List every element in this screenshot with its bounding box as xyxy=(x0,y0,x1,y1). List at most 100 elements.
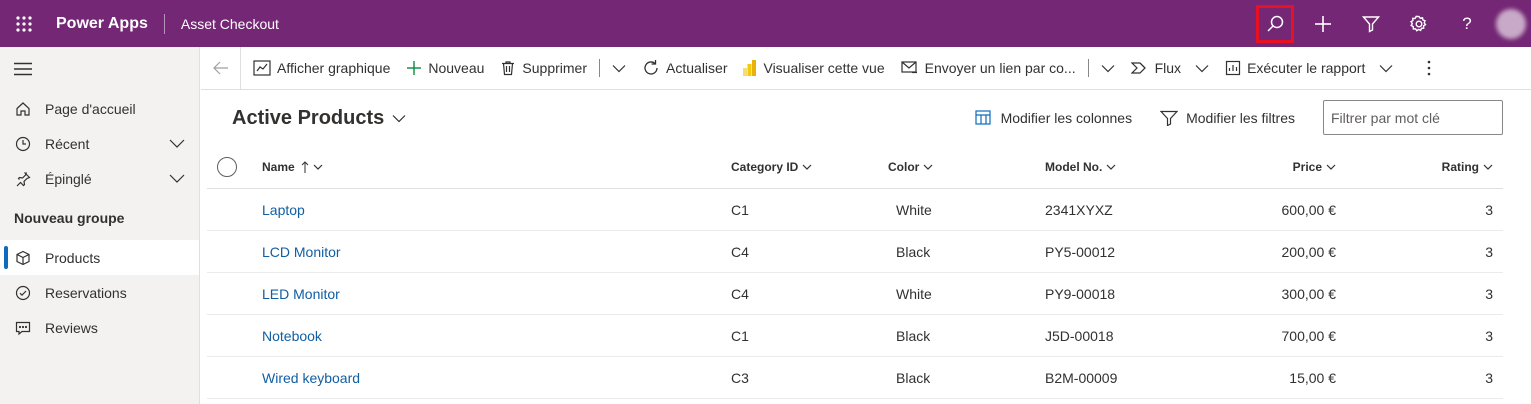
report-icon xyxy=(1225,60,1241,76)
email-link-icon xyxy=(901,60,919,76)
visualize-view-button[interactable]: Visualiser cette vue xyxy=(735,47,892,90)
column-header-category[interactable]: Category ID xyxy=(731,146,812,188)
product-name-link[interactable]: Laptop xyxy=(262,202,305,218)
refresh-icon xyxy=(642,59,660,77)
app-header: Power Apps Asset Checkout ? xyxy=(0,0,1531,47)
column-header-label: Category ID xyxy=(731,160,799,174)
sidebar-item-home[interactable]: Page d'accueil xyxy=(0,91,199,126)
column-header-label: Rating xyxy=(1441,160,1479,174)
column-header-rating[interactable]: Rating xyxy=(1442,146,1493,188)
plus-icon[interactable] xyxy=(1299,0,1347,47)
price-cell: 700,00 € xyxy=(1281,327,1337,344)
color-cell: Black xyxy=(896,243,931,260)
price-cell: 200,00 € xyxy=(1281,243,1337,260)
product-name-link[interactable]: Wired keyboard xyxy=(262,370,360,386)
new-button[interactable]: Nouveau xyxy=(398,47,492,90)
hamburger-icon[interactable] xyxy=(0,47,199,91)
model-cell: PY9-00018 xyxy=(1045,285,1116,302)
run-report-button[interactable]: Exécuter le rapport xyxy=(1217,47,1401,90)
color-cell: Black xyxy=(896,369,931,386)
sidebar-item-recent[interactable]: Récent xyxy=(0,126,199,161)
email-link-label: Envoyer un lien par co... xyxy=(924,60,1076,76)
color-cell: White xyxy=(896,201,932,218)
sidebar-item-reservations[interactable]: Reservations xyxy=(0,275,199,310)
column-header-label: Price xyxy=(1292,160,1322,174)
app-brand[interactable]: Power Apps xyxy=(56,15,148,33)
model-cell: J5D-00018 xyxy=(1045,327,1114,344)
chevron-down-icon xyxy=(392,111,406,125)
product-name-link[interactable]: Notebook xyxy=(262,328,322,344)
table-row[interactable]: LCD Monitor C4 Black PY5-00012 200,00 € … xyxy=(207,231,1503,273)
edit-filters-button[interactable]: Modifier les filtres xyxy=(1160,110,1295,126)
table-row[interactable]: Wired keyboard C3 Black B2M-00009 15,00 … xyxy=(207,357,1503,399)
column-header-label: Model No. xyxy=(1045,160,1103,174)
avatar[interactable] xyxy=(1491,4,1531,44)
chevron-down-icon[interactable] xyxy=(169,135,185,154)
sort-ascending-icon xyxy=(301,161,309,173)
view-selector[interactable]: Active Products xyxy=(232,107,406,130)
app-title[interactable]: Asset Checkout xyxy=(181,16,279,32)
home-icon xyxy=(14,100,32,118)
products-grid: Name Category ID Color Model No. Price R… xyxy=(207,146,1503,399)
chevron-down-icon xyxy=(313,162,323,172)
avatar-image xyxy=(1496,8,1526,39)
chevron-down-icon xyxy=(1195,61,1209,75)
sidebar-item-label: Reservations xyxy=(45,284,127,301)
rating-cell: 3 xyxy=(1485,369,1493,386)
clock-icon xyxy=(14,135,32,153)
table-row[interactable]: Laptop C1 White 2341XYXZ 600,00 € 3 xyxy=(207,189,1503,231)
sidebar-group-title: Nouveau groupe xyxy=(14,210,125,226)
more-commands-icon[interactable] xyxy=(1419,47,1439,90)
plus-icon xyxy=(406,60,422,76)
sidebar-item-products[interactable]: Products xyxy=(0,240,199,275)
visualize-view-label: Visualiser cette vue xyxy=(763,60,885,76)
sidebar-item-label: Products xyxy=(45,249,101,266)
sidebar-item-pinned[interactable]: Épinglé xyxy=(0,161,199,196)
column-header-color[interactable]: Color xyxy=(888,146,933,188)
select-all-checkbox[interactable] xyxy=(217,146,237,188)
category-cell: C4 xyxy=(731,243,749,260)
delete-button[interactable]: Supprimer xyxy=(492,47,595,90)
chevron-down-icon xyxy=(923,162,933,172)
chevron-down-icon[interactable] xyxy=(169,170,185,189)
gear-icon[interactable] xyxy=(1395,0,1443,47)
email-link-button[interactable]: Envoyer un lien par co... xyxy=(893,47,1084,90)
table-row[interactable]: LED Monitor C4 White PY9-00018 300,00 € … xyxy=(207,273,1503,315)
delete-label: Supprimer xyxy=(522,60,588,76)
flow-button[interactable]: Flux xyxy=(1123,47,1217,90)
filter-icon[interactable] xyxy=(1347,0,1395,47)
sidebar-item-reviews[interactable]: Reviews xyxy=(0,310,199,345)
edit-columns-button[interactable]: Modifier les colonnes xyxy=(974,109,1133,126)
search-icon[interactable] xyxy=(1255,4,1295,44)
chevron-down-icon xyxy=(1106,162,1116,172)
column-header-price[interactable]: Price xyxy=(1293,146,1336,188)
keyword-filter-input[interactable] xyxy=(1323,100,1503,135)
command-bar: Afficher graphique Nouveau Supprimer Act… xyxy=(201,46,1531,90)
refresh-label: Actualiser xyxy=(666,60,728,76)
column-header-label: Name xyxy=(262,160,295,174)
column-header-model[interactable]: Model No. xyxy=(1045,146,1116,188)
back-arrow-icon[interactable] xyxy=(201,46,241,90)
model-cell: 2341XYXZ xyxy=(1045,201,1113,218)
help-glyph: ? xyxy=(1462,13,1472,33)
waffle-icon[interactable] xyxy=(0,0,47,47)
refresh-button[interactable]: Actualiser xyxy=(634,47,735,90)
email-more-chevron-icon[interactable] xyxy=(1093,47,1123,90)
product-name-link[interactable]: LCD Monitor xyxy=(262,244,341,260)
edit-columns-label: Modifier les colonnes xyxy=(1000,109,1133,126)
column-header-name[interactable]: Name xyxy=(262,146,323,188)
product-name-link[interactable]: LED Monitor xyxy=(262,286,340,302)
price-cell: 300,00 € xyxy=(1281,285,1337,302)
chart-icon xyxy=(253,60,271,76)
price-cell: 600,00 € xyxy=(1281,201,1337,218)
power-bi-icon xyxy=(743,60,757,76)
color-cell: Black xyxy=(896,327,931,344)
show-chart-button[interactable]: Afficher graphique xyxy=(245,47,398,90)
edit-filters-label: Modifier les filtres xyxy=(1186,109,1295,126)
comment-icon xyxy=(14,319,32,337)
help-icon[interactable]: ? xyxy=(1443,0,1491,47)
table-row[interactable]: Notebook C1 Black J5D-00018 700,00 € 3 xyxy=(207,315,1503,357)
category-cell: C4 xyxy=(731,285,749,302)
delete-more-chevron-icon[interactable] xyxy=(604,47,634,90)
column-header-label: Color xyxy=(888,160,920,174)
